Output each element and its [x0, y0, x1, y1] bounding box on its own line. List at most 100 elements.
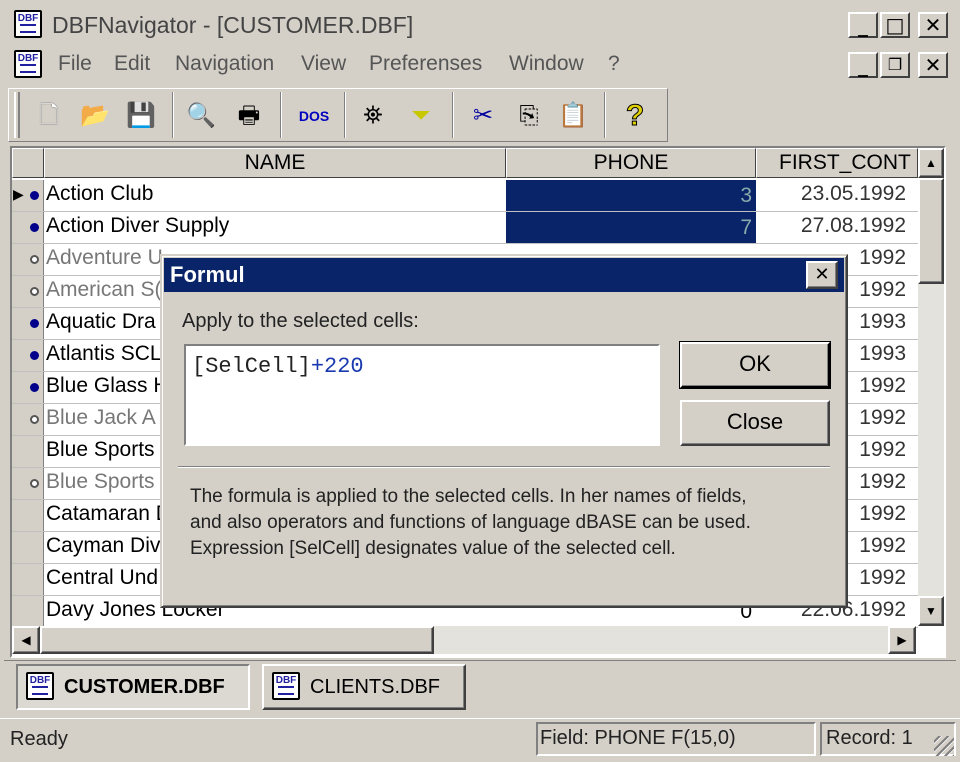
- row-indicator[interactable]: [12, 244, 44, 275]
- scroll-right-button[interactable]: ▶: [888, 626, 916, 654]
- cell-first-cont[interactable]: 1993: [859, 310, 906, 334]
- maximize-button[interactable]: □: [880, 12, 910, 38]
- open-folder-icon[interactable]: 📂: [78, 96, 112, 136]
- printer-icon[interactable]: 🖶: [232, 96, 266, 136]
- resize-grip[interactable]: [934, 736, 954, 756]
- help-line-1: The formula is applied to the selected c…: [190, 486, 747, 507]
- formula-input[interactable]: [SelCell]+220: [184, 344, 660, 446]
- print-preview-icon[interactable]: 🔍: [184, 96, 218, 136]
- cell-name[interactable]: Action Club: [46, 182, 153, 206]
- binoculars-icon[interactable]: ⛯: [356, 96, 390, 136]
- menu-navigation[interactable]: Navigation: [175, 52, 274, 76]
- toolbar-separator: [172, 92, 174, 138]
- row-indicator[interactable]: [12, 276, 44, 307]
- cell-name[interactable]: Blue Jack A: [46, 406, 156, 430]
- row-indicator[interactable]: [12, 564, 44, 595]
- cell-first-cont[interactable]: 1992: [859, 374, 906, 398]
- toolbar-grip[interactable]: [14, 92, 20, 138]
- doc-close-button[interactable]: ✕: [918, 52, 948, 78]
- new-file-icon[interactable]: 🗋: [32, 96, 66, 136]
- row-indicator[interactable]: [12, 340, 44, 371]
- dialog-close-button[interactable]: ✕: [806, 261, 838, 289]
- paste-icon[interactable]: 📋: [556, 96, 590, 136]
- cell-first-cont[interactable]: 1992: [859, 566, 906, 590]
- menu-help[interactable]: ?: [608, 52, 620, 76]
- minimize-button[interactable]: _: [848, 12, 878, 38]
- row-indicator[interactable]: [12, 468, 44, 499]
- dos-icon[interactable]: DOS: [292, 96, 336, 136]
- doc-minimize-button[interactable]: _: [848, 52, 878, 78]
- menu-preferenses[interactable]: Preferenses: [369, 52, 482, 76]
- cell-name[interactable]: Adventure U: [46, 246, 163, 270]
- cell-first-cont[interactable]: 1992: [859, 502, 906, 526]
- ok-button[interactable]: OK: [679, 341, 831, 389]
- cell-first-cont[interactable]: 1992: [859, 534, 906, 558]
- close-dialog-button[interactable]: Close: [680, 400, 830, 446]
- copy-icon[interactable]: ⎘: [512, 96, 546, 136]
- filter-funnel-icon[interactable]: ⏷: [404, 96, 438, 136]
- row-indicator[interactable]: [12, 532, 44, 563]
- document-icon[interactable]: DBF: [14, 50, 42, 78]
- row-indicator[interactable]: [12, 436, 44, 467]
- row-indicator[interactable]: [12, 596, 44, 627]
- close-button[interactable]: ✕: [918, 12, 948, 38]
- cell-name[interactable]: Blue Glass H: [46, 374, 169, 398]
- scroll-thumb[interactable]: [918, 178, 944, 284]
- scissors-icon[interactable]: ✂: [466, 96, 500, 136]
- menu-file[interactable]: File: [58, 52, 92, 76]
- table-row[interactable]: Action Diver Supply 7 27.08.1992: [12, 212, 918, 244]
- row-indicator[interactable]: [12, 404, 44, 435]
- row-indicator[interactable]: [12, 212, 44, 243]
- menu-view[interactable]: View: [301, 52, 346, 76]
- cell-name[interactable]: American S(: [46, 278, 162, 302]
- menu-window[interactable]: Window: [509, 52, 584, 76]
- cell-name[interactable]: Blue Sports: [46, 438, 155, 462]
- scroll-up-button[interactable]: ▲: [918, 148, 944, 178]
- row-indicator[interactable]: ▶: [12, 180, 44, 211]
- formula-operator-token: +220: [310, 354, 364, 379]
- column-header-phone[interactable]: PHONE: [506, 148, 756, 178]
- cell-first-cont[interactable]: 23.05.1992: [801, 182, 906, 206]
- current-row-arrow-icon: ▶: [13, 186, 24, 202]
- scroll-down-button[interactable]: ▼: [918, 596, 944, 626]
- cell-first-cont[interactable]: 1992: [859, 406, 906, 430]
- cell-name[interactable]: Central Und: [46, 566, 158, 590]
- hscroll-thumb[interactable]: [40, 626, 434, 654]
- row-marker-icon: [30, 351, 39, 360]
- doc-restore-button[interactable]: ❐: [880, 52, 910, 78]
- cell-first-cont[interactable]: 1993: [859, 342, 906, 366]
- cell-first-cont[interactable]: 1992: [859, 438, 906, 462]
- status-field: Field: PHONE F(15,0): [536, 722, 816, 756]
- cell-first-cont[interactable]: 27.08.1992: [801, 214, 906, 238]
- app-icon: DBF: [14, 10, 42, 38]
- cell-name[interactable]: Cayman Div: [46, 534, 160, 558]
- column-header-name[interactable]: NAME: [44, 148, 506, 178]
- cell-name[interactable]: Catamaran D: [46, 502, 171, 526]
- menu-edit[interactable]: Edit: [114, 52, 150, 76]
- cell-first-cont[interactable]: 1992: [859, 278, 906, 302]
- help-line-2: and also operators and functions of lang…: [190, 512, 751, 533]
- tab-clients[interactable]: DBF CLIENTS.DBF: [262, 664, 466, 710]
- formula-selcell-token: [SelCell]: [192, 354, 311, 379]
- cell-name[interactable]: Blue Sports: [46, 470, 155, 494]
- row-indicator[interactable]: [12, 500, 44, 531]
- scroll-left-button[interactable]: ◀: [12, 626, 40, 654]
- save-disk-icon[interactable]: 💾: [124, 96, 158, 136]
- row-indicator[interactable]: [12, 308, 44, 339]
- cell-first-cont[interactable]: 1992: [859, 246, 906, 270]
- table-row[interactable]: ▶ Action Club 3 23.05.1992: [12, 180, 918, 212]
- cell-name[interactable]: Atlantis SCL: [46, 342, 162, 366]
- dialog-titlebar[interactable]: [164, 258, 844, 292]
- help-icon[interactable]: ?: [618, 96, 652, 136]
- dialog-divider: [178, 466, 830, 468]
- cell-name[interactable]: Aquatic Dra: [46, 310, 156, 334]
- row-indicator[interactable]: [12, 372, 44, 403]
- tab-clients-label: CLIENTS.DBF: [310, 676, 441, 698]
- tab-customer[interactable]: DBF CUSTOMER.DBF: [16, 664, 250, 710]
- cell-phone[interactable]: 3: [506, 180, 756, 211]
- cell-first-cont[interactable]: 1992: [859, 470, 906, 494]
- cell-name[interactable]: Action Diver Supply: [46, 214, 229, 238]
- column-header-first-cont[interactable]: FIRST_CONT: [756, 148, 918, 178]
- toolbar-separator: [604, 92, 606, 138]
- cell-phone[interactable]: 7: [506, 212, 756, 243]
